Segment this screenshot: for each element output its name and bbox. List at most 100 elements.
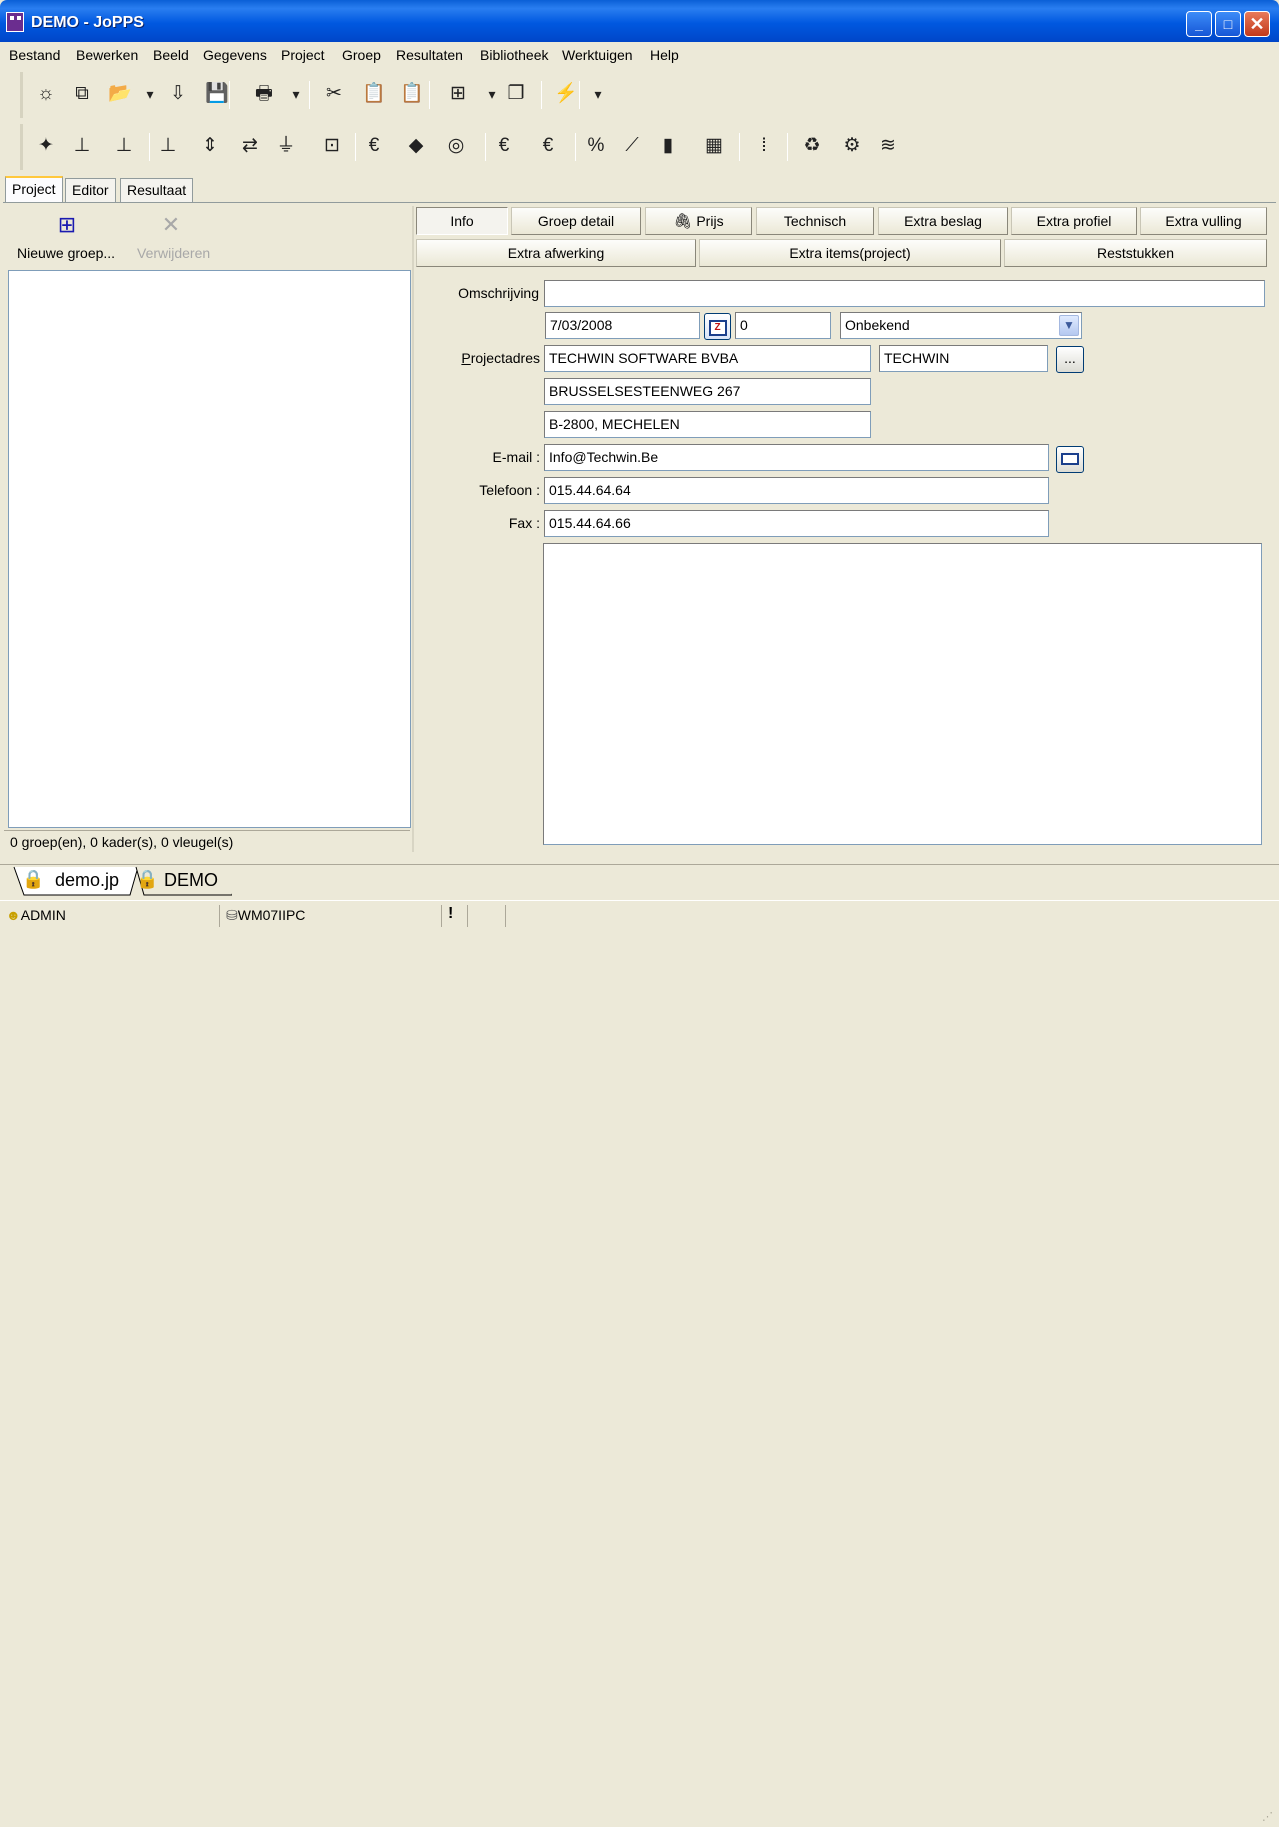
address-line2-field[interactable]: BRUSSELSESTEENWEG 267 [544,378,871,405]
cube-icon[interactable]: ◆ [403,133,429,159]
recycle-icon[interactable]: ♻ [799,133,825,159]
import-icon[interactable]: ⇩ [165,81,191,107]
menu-project[interactable]: Project [281,47,325,63]
new-group-button[interactable]: Nieuwe groep... [17,245,115,261]
title-bar: DEMO - JoPPS _ □ ✕ [0,0,1279,42]
discount-icon[interactable]: % [583,133,609,159]
dropdown-arrow-icon[interactable]: ▾ [591,81,605,107]
profile-price-icon[interactable]: ⊥ [155,133,181,159]
new-group-icon[interactable]: ⊞ [52,212,82,240]
traffic-light-icon[interactable]: ⦙ [751,133,777,159]
lightning-icon[interactable]: ⚡ [553,81,579,107]
price-chart-icon[interactable]: ▮ [655,133,681,159]
coins-icon[interactable]: ≋ [875,133,901,159]
database-icon: ⛁ [226,907,238,923]
tab-project[interactable]: Project [5,176,63,203]
tab-technisch[interactable]: Technisch [756,207,874,235]
menu-werktuigen[interactable]: Werktuigen [562,47,633,63]
tab-resultaat[interactable]: Resultaat [120,178,194,202]
tab-groep-detail[interactable]: Groep detail [511,207,641,235]
toolbar-separator [229,81,230,109]
toolbar-separator [149,133,150,161]
profile-stack-icon[interactable]: ⊥ [69,133,95,159]
menu-groep[interactable]: Groep [342,47,381,63]
menu-bestand[interactable]: Bestand [9,47,60,63]
open-folder-icon[interactable]: 📂 [107,81,133,107]
doc-tab-demo[interactable]: DEMO [120,867,218,895]
group-icon[interactable]: ⊞ [445,81,471,107]
profile-icon[interactable]: ⊥ [111,133,137,159]
omschrijving-label: Omschrijving [458,285,539,301]
new-icon[interactable]: ☼ [33,81,59,107]
gear-icon[interactable]: ⚙ [839,133,865,159]
tab-extra-profiel[interactable]: Extra profiel [1011,207,1137,235]
price-table-icon[interactable]: ▦ [701,133,727,159]
cut-icon[interactable]: ✂ [321,81,347,107]
browse-address-button[interactable]: ... [1056,346,1084,373]
address-line3-field[interactable]: B-2800, MECHELEN [544,411,871,438]
menu-resultaten[interactable]: Resultaten [396,47,463,63]
doc-tab-demo-jp[interactable]: demo.jp [11,867,119,895]
tab-extra-items-project[interactable]: Extra items(project) [699,239,1001,267]
calendar-icon: Z [708,320,727,336]
menu-help[interactable]: Help [650,47,679,63]
status-dropdown-value: Onbekend [845,317,910,333]
fax-field[interactable]: 015.44.64.66 [544,510,1049,537]
chevron-down-icon[interactable]: ▼ [1059,315,1079,336]
address-short-field[interactable]: TECHWIN [879,345,1048,372]
tab-prijs[interactable]: 🖇 Prijs [645,207,752,235]
tab-prijs-label: Prijs [696,213,724,229]
address-line1-field[interactable]: TECHWIN SOFTWARE BVBA [544,345,871,372]
tab-reststukken[interactable]: Reststukken [1004,239,1267,267]
number-field[interactable]: 0 [735,312,831,339]
tab-info[interactable]: Info [416,207,508,235]
profile-wizard-icon[interactable]: ✦ [33,133,59,159]
tab-extra-beslag[interactable]: Extra beslag [878,207,1008,235]
status-dropdown[interactable]: Onbekend ▼ [840,312,1082,339]
tab-extra-vulling[interactable]: Extra vulling [1140,207,1267,235]
dropdown-arrow-icon[interactable]: ▾ [289,81,303,107]
copy-icon[interactable]: ⧉ [69,81,95,107]
calendar-button[interactable]: Z [704,313,731,340]
menu-beeld[interactable]: Beeld [153,47,189,63]
price-graph-icon[interactable]: ⟋ [619,133,645,159]
toolbar-separator [787,133,788,161]
menu-bibliotheek[interactable]: Bibliotheek [480,47,549,63]
paperclip-icon: 🖇 [673,213,693,230]
accessory-price-icon[interactable]: € [535,133,561,159]
notes-textarea[interactable] [543,543,1262,845]
email-field[interactable]: Info@Techwin.Be [544,444,1049,471]
close-button[interactable]: ✕ [1244,11,1270,37]
hardware-icon[interactable]: ◎ [443,133,469,159]
paste-special-icon[interactable]: 📋 [399,81,425,107]
profile-dimension-icon[interactable]: ⇕ [197,133,223,159]
delete-button: Verwijderen [137,245,211,261]
menu-bewerken[interactable]: Bewerken [76,47,138,63]
panel-splitter[interactable] [412,206,414,852]
resize-grip-icon[interactable]: ⋰ [1262,1812,1276,1827]
omschrijving-field[interactable] [544,280,1265,307]
tab-editor[interactable]: Editor [65,178,116,202]
date-field[interactable]: 7/03/2008 [545,312,700,339]
maximize-button[interactable]: □ [1215,11,1241,37]
menu-gegevens[interactable]: Gegevens [203,47,267,63]
windows-icon[interactable]: ❐ [503,81,529,107]
save-icon[interactable]: 💾 [204,81,230,107]
send-email-button[interactable] [1056,446,1084,473]
weld-icon[interactable]: ⏚ [273,133,299,159]
print-icon[interactable]: 🖶 [251,81,277,107]
paste-icon[interactable]: 📋 [361,81,387,107]
toolbar-separator [541,81,542,109]
tab-extra-afwerking[interactable]: Extra afwerking [416,239,696,267]
telefoon-field[interactable]: 015.44.64.64 [544,477,1049,504]
minimize-button[interactable]: _ [1186,11,1212,37]
standard-toolbar: ☼ ⧉ 📂 ▾ ⇩ 💾 🖶 ▾ ✂ 📋 📋 ⊞ ▾ ❐ ⚡ ▾ [20,72,608,118]
dropdown-arrow-icon[interactable]: ▾ [485,81,499,107]
toolbar-separator [739,133,740,161]
dropdown-arrow-icon[interactable]: ▾ [143,81,157,107]
group-list[interactable] [8,270,411,828]
panel-price-icon[interactable]: € [491,133,517,159]
frame-icon[interactable]: ⊡ [319,133,345,159]
profile-connect-icon[interactable]: ⇄ [237,133,263,159]
glass-price-icon[interactable]: € [361,133,387,159]
